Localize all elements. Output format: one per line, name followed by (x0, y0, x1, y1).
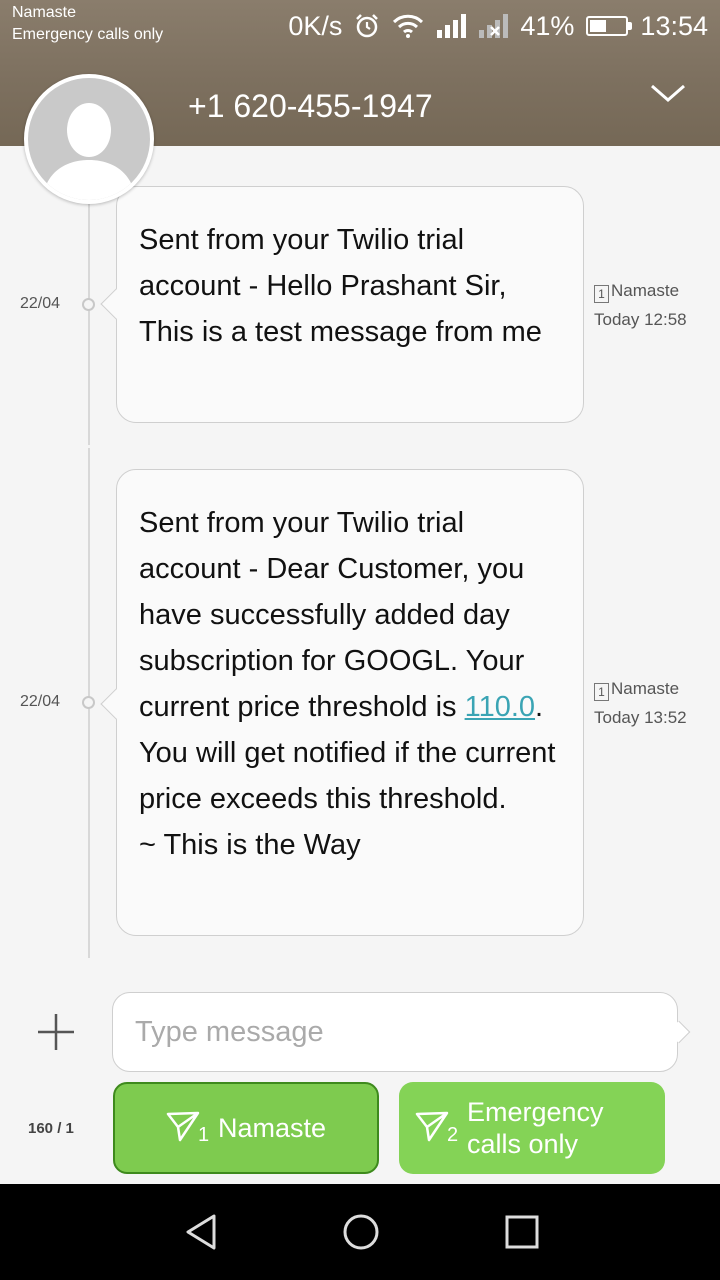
send-icon: 1 (166, 1110, 210, 1146)
char-counter: 160 / 1 (28, 1120, 74, 1137)
battery-icon (586, 16, 633, 36)
home-icon[interactable] (341, 1212, 381, 1252)
message-text: Sent from your Twilio trial account - He… (139, 224, 542, 348)
sim-name: Namaste (611, 679, 680, 698)
status-bar-right: 0K/s 41% 13:54 (276, 8, 708, 44)
signal-icon (437, 14, 467, 38)
network-status: Emergency calls only (12, 26, 164, 43)
message-meta: 1 Namaste Today 13:52 (594, 674, 687, 732)
avatar[interactable] (24, 74, 154, 204)
sim-name: Namaste (611, 281, 680, 300)
recents-icon[interactable] (502, 1212, 542, 1252)
alarm-icon (356, 14, 379, 38)
message-date: 22/04 (20, 693, 61, 710)
message-bubble[interactable]: Sent from your Twilio trial account - He… (100, 186, 584, 423)
timeline-dot (82, 696, 95, 709)
message-bubble[interactable]: Sent from your Twilio trial account - De… (100, 469, 584, 936)
contact-number[interactable]: +1 620-455-1947 (188, 88, 433, 125)
signal-sim2-icon (479, 14, 509, 38)
network-speed: 0K/s (288, 10, 343, 41)
send-label: Namaste (217, 1113, 327, 1143)
navigation-bar (0, 1184, 720, 1280)
sim-icon: 1 (594, 285, 609, 303)
message-text: ~ This is the Way (139, 829, 361, 861)
sim-index: 2 (447, 1124, 459, 1146)
status-bar-left: Namaste Emergency calls only (12, 2, 163, 46)
send-icon: 2 (415, 1110, 459, 1146)
sim-icon: 1 (594, 683, 609, 701)
message-link[interactable]: 110.0 (465, 691, 535, 723)
message-time: Today 12:58 (594, 310, 687, 329)
timeline-dot (82, 298, 95, 311)
sim-index: 1 (197, 1124, 210, 1146)
send-label-line1: Emergency (467, 1097, 604, 1127)
timeline-line (88, 200, 90, 445)
carrier-name: Namaste (12, 4, 77, 21)
battery-percent: 41% (520, 10, 575, 41)
back-icon[interactable] (182, 1212, 222, 1252)
clock: 13:54 (640, 10, 708, 41)
plus-icon[interactable] (36, 1012, 76, 1052)
wifi-icon (393, 14, 424, 38)
avatar-silhouette (42, 103, 136, 200)
send-sim1-button[interactable]: 1 Namaste (113, 1082, 379, 1174)
send-label-line2: calls only (467, 1129, 579, 1159)
message-date: 22/04 (20, 295, 61, 312)
chevron-down-icon[interactable] (648, 78, 688, 108)
message-time: Today 13:52 (594, 708, 687, 727)
send-sim2-button[interactable]: 2 Emergency calls only (399, 1082, 665, 1174)
message-meta: 1 Namaste Today 12:58 (594, 276, 687, 334)
message-input[interactable] (112, 992, 678, 1072)
